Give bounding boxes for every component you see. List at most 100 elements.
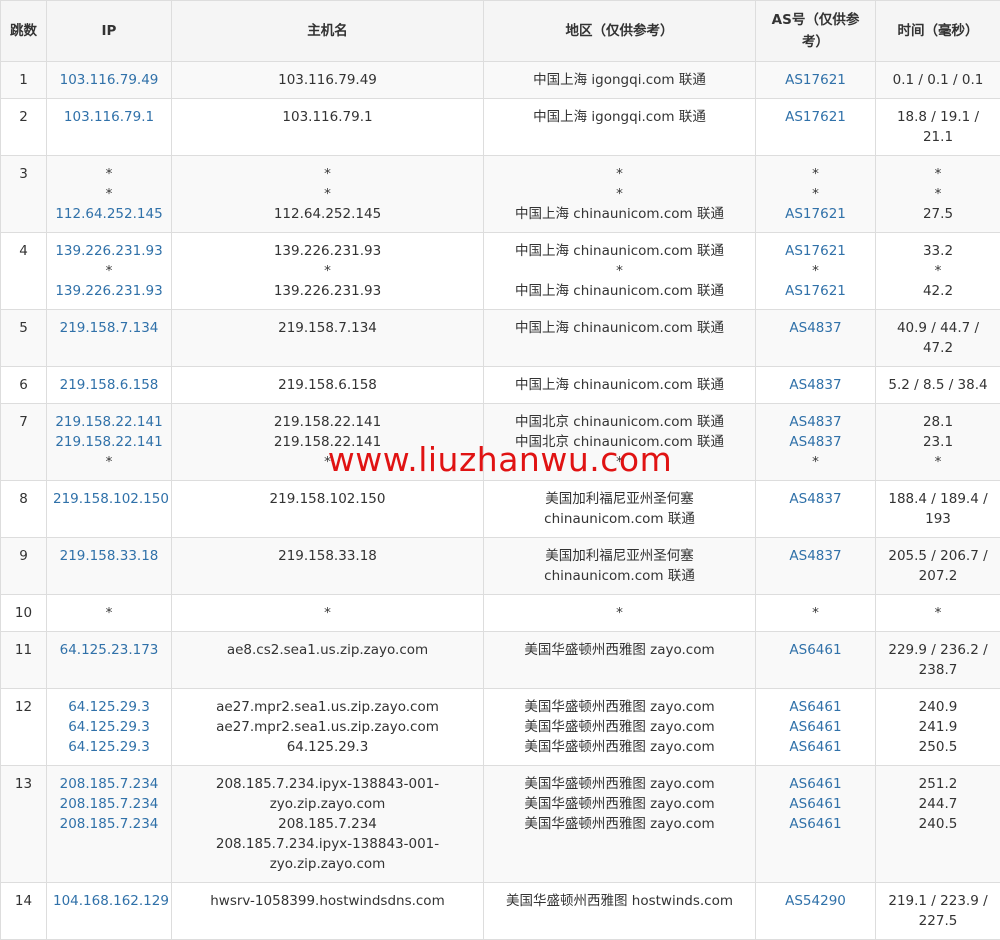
hostname-value: *: [178, 261, 477, 281]
region-value: *: [490, 261, 749, 281]
as-cell: AS4837: [756, 310, 876, 367]
ip-cell: 103.116.79.1: [47, 99, 172, 156]
header-hostname-label: 主机名: [307, 23, 348, 39]
hostname-value: hwsrv-1058399.hostwindsdns.com: [178, 891, 477, 911]
as-link[interactable]: AS6461: [762, 697, 869, 717]
ip-link[interactable]: 104.168.162.129: [53, 891, 165, 911]
table-row: 2103.116.79.1103.116.79.1中国上海 igongqi.co…: [1, 99, 1000, 156]
ip-link[interactable]: 219.158.6.158: [53, 375, 165, 395]
as-value: *: [762, 452, 869, 472]
hostname-cell: ae8.cs2.sea1.us.zip.zayo.com: [172, 632, 484, 689]
hostname-cell: 219.158.22.141219.158.22.141*: [172, 404, 484, 481]
table-row: 5219.158.7.134219.158.7.134中国上海 chinauni…: [1, 310, 1000, 367]
time-value: *: [882, 184, 994, 204]
as-link[interactable]: AS6461: [762, 717, 869, 737]
ip-link[interactable]: 219.158.102.150: [53, 489, 165, 509]
ip-link[interactable]: 139.226.231.93: [53, 241, 165, 261]
time-value: 42.2: [882, 281, 994, 301]
hostname-value: 219.158.6.158: [178, 375, 477, 395]
time-cell: 229.9 / 236.2 / 238.7: [876, 632, 1000, 689]
ip-link[interactable]: 112.64.252.145: [53, 204, 165, 224]
hostname-value: 219.158.22.141: [178, 432, 477, 452]
hop-number: 9: [1, 538, 47, 595]
as-link[interactable]: AS17621: [762, 107, 869, 127]
hostname-value: 112.64.252.145: [178, 204, 477, 224]
as-link[interactable]: AS4837: [762, 318, 869, 338]
time-value: 205.5 / 206.7 / 207.2: [882, 546, 994, 586]
region-value: 中国上海 chinaunicom.com 联通: [490, 281, 749, 301]
as-link[interactable]: AS17621: [762, 241, 869, 261]
as-link[interactable]: AS6461: [762, 814, 869, 834]
as-link[interactable]: AS6461: [762, 737, 869, 757]
ip-link[interactable]: 219.158.7.134: [53, 318, 165, 338]
ip-link[interactable]: 139.226.231.93: [53, 281, 165, 301]
time-value: 229.9 / 236.2 / 238.7: [882, 640, 994, 680]
ip-link[interactable]: 103.116.79.1: [53, 107, 165, 127]
ip-link[interactable]: 103.116.79.49: [53, 70, 165, 90]
region-value: 中国上海 chinaunicom.com 联通: [490, 241, 749, 261]
region-value: 中国上海 chinaunicom.com 联通: [490, 318, 749, 338]
as-cell: AS6461AS6461AS6461: [756, 689, 876, 766]
as-link[interactable]: AS17621: [762, 70, 869, 90]
region-cell: 美国加利福尼亚州圣何塞 chinaunicom.com 联通: [484, 538, 756, 595]
ip-link[interactable]: 208.185.7.234: [53, 774, 165, 794]
ip-link[interactable]: 219.158.22.141: [53, 432, 165, 452]
as-link[interactable]: AS4837: [762, 546, 869, 566]
ip-cell: 219.158.102.150: [47, 481, 172, 538]
table-row: 13208.185.7.234208.185.7.234208.185.7.23…: [1, 766, 1000, 883]
ip-link[interactable]: 64.125.29.3: [53, 717, 165, 737]
as-link[interactable]: AS6461: [762, 794, 869, 814]
ip-link[interactable]: 219.158.33.18: [53, 546, 165, 566]
as-link[interactable]: AS4837: [762, 375, 869, 395]
hostname-cell: 103.116.79.49: [172, 62, 484, 99]
time-value: 244.7: [882, 794, 994, 814]
region-value: 中国上海 chinaunicom.com 联通: [490, 204, 749, 224]
region-value: 美国华盛顿州西雅图 zayo.com: [490, 774, 749, 794]
hostname-value: *: [178, 452, 477, 472]
hostname-value: 103.116.79.1: [178, 107, 477, 127]
hostname-value: 219.158.102.150: [178, 489, 477, 509]
table-row: 10*****: [1, 595, 1000, 632]
time-value: 28.1: [882, 412, 994, 432]
hostname-value: 103.116.79.49: [178, 70, 477, 90]
header-ip: IP: [47, 1, 172, 62]
time-value: 5.2 / 8.5 / 38.4: [882, 375, 994, 395]
ip-link[interactable]: 219.158.22.141: [53, 412, 165, 432]
time-cell: 18.8 / 19.1 / 21.1: [876, 99, 1000, 156]
hostname-value: 139.226.231.93: [178, 241, 477, 261]
region-value: 中国北京 chinaunicom.com 联通: [490, 432, 749, 452]
as-cell: AS17621*AS17621: [756, 233, 876, 310]
hop-number: 8: [1, 481, 47, 538]
hop-number: 5: [1, 310, 47, 367]
as-link[interactable]: AS6461: [762, 774, 869, 794]
table-row: 6219.158.6.158219.158.6.158中国上海 chinauni…: [1, 367, 1000, 404]
time-value: 219.1 / 223.9 / 227.5: [882, 891, 994, 931]
region-cell: 美国华盛顿州西雅图 zayo.com美国华盛顿州西雅图 zayo.com美国华盛…: [484, 766, 756, 883]
ip-link[interactable]: 64.125.29.3: [53, 737, 165, 757]
ip-link[interactable]: 64.125.23.173: [53, 640, 165, 660]
ip-cell: 219.158.6.158: [47, 367, 172, 404]
ip-link[interactable]: 208.185.7.234: [53, 794, 165, 814]
ip-link[interactable]: 208.185.7.234: [53, 814, 165, 834]
hostname-value: ae27.mpr2.sea1.us.zip.zayo.com: [178, 717, 477, 737]
ip-value: *: [53, 452, 165, 472]
as-link[interactable]: AS17621: [762, 281, 869, 301]
header-time: 时间（毫秒）: [876, 1, 1000, 62]
region-value: 中国上海 chinaunicom.com 联通: [490, 375, 749, 395]
as-link[interactable]: AS17621: [762, 204, 869, 224]
time-value: 23.1: [882, 432, 994, 452]
as-link[interactable]: AS4837: [762, 489, 869, 509]
as-link[interactable]: AS54290: [762, 891, 869, 911]
as-link[interactable]: AS4837: [762, 432, 869, 452]
region-value: *: [490, 164, 749, 184]
region-cell: *: [484, 595, 756, 632]
ip-link[interactable]: 64.125.29.3: [53, 697, 165, 717]
ip-value: *: [53, 261, 165, 281]
region-cell: 中国上海 chinaunicom.com 联通: [484, 367, 756, 404]
time-cell: **27.5: [876, 156, 1000, 233]
as-link[interactable]: AS4837: [762, 412, 869, 432]
as-cell: AS17621: [756, 62, 876, 99]
as-link[interactable]: AS6461: [762, 640, 869, 660]
time-cell: *: [876, 595, 1000, 632]
table-row: 1164.125.23.173ae8.cs2.sea1.us.zip.zayo.…: [1, 632, 1000, 689]
